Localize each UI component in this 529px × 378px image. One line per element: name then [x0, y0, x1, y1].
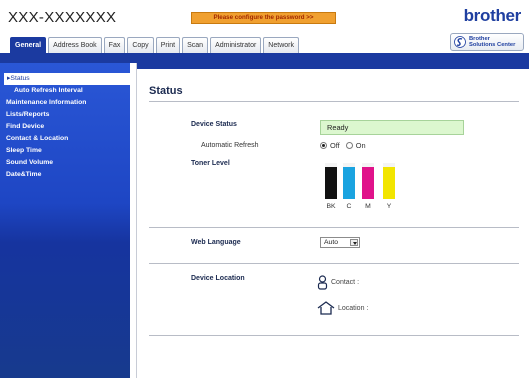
- auto-refresh-on-radio[interactable]: [345, 142, 353, 149]
- person-icon: [317, 275, 328, 290]
- auto-refresh-off-label: Off: [330, 141, 340, 150]
- auto-refresh-on-label: On: [355, 141, 366, 150]
- auto-refresh-off-radio[interactable]: [320, 142, 327, 149]
- contact-row: Contact :: [317, 275, 359, 290]
- toner-label-m: M: [365, 203, 371, 210]
- chevron-down-icon: [350, 239, 358, 246]
- auto-refresh-label: Automatic Refresh: [201, 142, 259, 149]
- title-divider: [149, 101, 519, 102]
- auto-refresh-radio-group: Off On: [320, 141, 372, 150]
- section-divider: [149, 227, 519, 228]
- header-bar: XXX-XXXXXXX Please configure the passwor…: [0, 0, 529, 33]
- solutions-center-icon: [454, 36, 466, 48]
- web-language-select[interactable]: Auto: [320, 237, 360, 248]
- toner-bar-y: [383, 163, 395, 199]
- model-name: XXX-XXXXXXX: [8, 9, 117, 26]
- sidebar-item-status[interactable]: ▸Status: [4, 73, 130, 85]
- sidebar-item-date-time[interactable]: Date&Time: [0, 169, 130, 181]
- device-location-label: Device Location: [191, 275, 245, 282]
- device-status-value: Ready: [320, 120, 464, 135]
- sidebar-item-find-device[interactable]: Find Device: [0, 121, 130, 133]
- device-status-label: Device Status: [191, 121, 237, 128]
- web-language-label: Web Language: [191, 239, 241, 246]
- page-title: Status: [149, 85, 183, 97]
- sidebar-item-sleep-time[interactable]: Sleep Time: [0, 145, 130, 157]
- toner-label-c: C: [346, 203, 352, 210]
- tab-general[interactable]: General: [10, 37, 47, 53]
- sidebar: ▸Status Auto Refresh Interval Maintenanc…: [0, 63, 130, 378]
- header-divider: [0, 53, 529, 63]
- tab-print[interactable]: Print: [155, 37, 181, 53]
- brother-logo: brother: [463, 6, 522, 25]
- contact-label: Contact :: [331, 279, 360, 286]
- sidebar-item-maintenance-information[interactable]: Maintenance Information: [0, 97, 130, 109]
- tab-copy[interactable]: Copy: [127, 37, 154, 53]
- solutions-center-label: Brother Solutions Center: [469, 36, 516, 48]
- tab-bar: General Address Book Fax Copy Print Scan Admin…: [0, 33, 529, 53]
- main-content: Status Device Status Ready Automatic Ref…: [136, 63, 529, 378]
- sidebar-item-auto-refresh-interval[interactable]: Auto Refresh Interval: [0, 85, 130, 97]
- toner-label-y: Y: [386, 203, 392, 210]
- section-divider: [149, 263, 519, 264]
- tab-fax[interactable]: Fax: [103, 37, 126, 53]
- sidebar-item-lists-reports[interactable]: Lists/Reports: [0, 109, 130, 121]
- toner-bar-bk: [325, 163, 337, 199]
- sidebar-item-contact-location[interactable]: Contact & Location: [0, 133, 130, 145]
- toner-label-bk: BK: [326, 203, 336, 210]
- section-divider: [149, 335, 519, 336]
- tab-network[interactable]: Network: [263, 37, 299, 53]
- toner-bar-m: [362, 163, 374, 199]
- tab-address-book[interactable]: Address Book: [48, 37, 102, 53]
- web-language-value: Auto: [324, 239, 338, 246]
- sidebar-item-label: Status: [10, 75, 30, 82]
- tab-scan[interactable]: Scan: [182, 37, 209, 53]
- toner-fill-c: [343, 166, 355, 199]
- tab-administrator[interactable]: Administrator: [210, 37, 262, 53]
- toner-fill-m: [362, 166, 374, 199]
- location-label: Location :: [338, 304, 369, 312]
- configure-password-link[interactable]: Please configure the password >>: [191, 12, 336, 24]
- sidebar-item-sound-volume[interactable]: Sound Volume: [0, 157, 130, 169]
- house-icon: [317, 301, 335, 315]
- tab-list: General Address Book Fax Copy Print Scan Admin…: [10, 37, 301, 53]
- toner-fill-bk: [325, 166, 337, 199]
- toner-bar-c: [343, 163, 355, 199]
- solutions-center-button[interactable]: Brother Solutions Center: [450, 33, 524, 51]
- toner-fill-y: [383, 166, 395, 199]
- toner-level-label: Toner Level: [191, 160, 230, 167]
- content-top-bar: [137, 63, 529, 69]
- location-row: Location :: [317, 301, 368, 315]
